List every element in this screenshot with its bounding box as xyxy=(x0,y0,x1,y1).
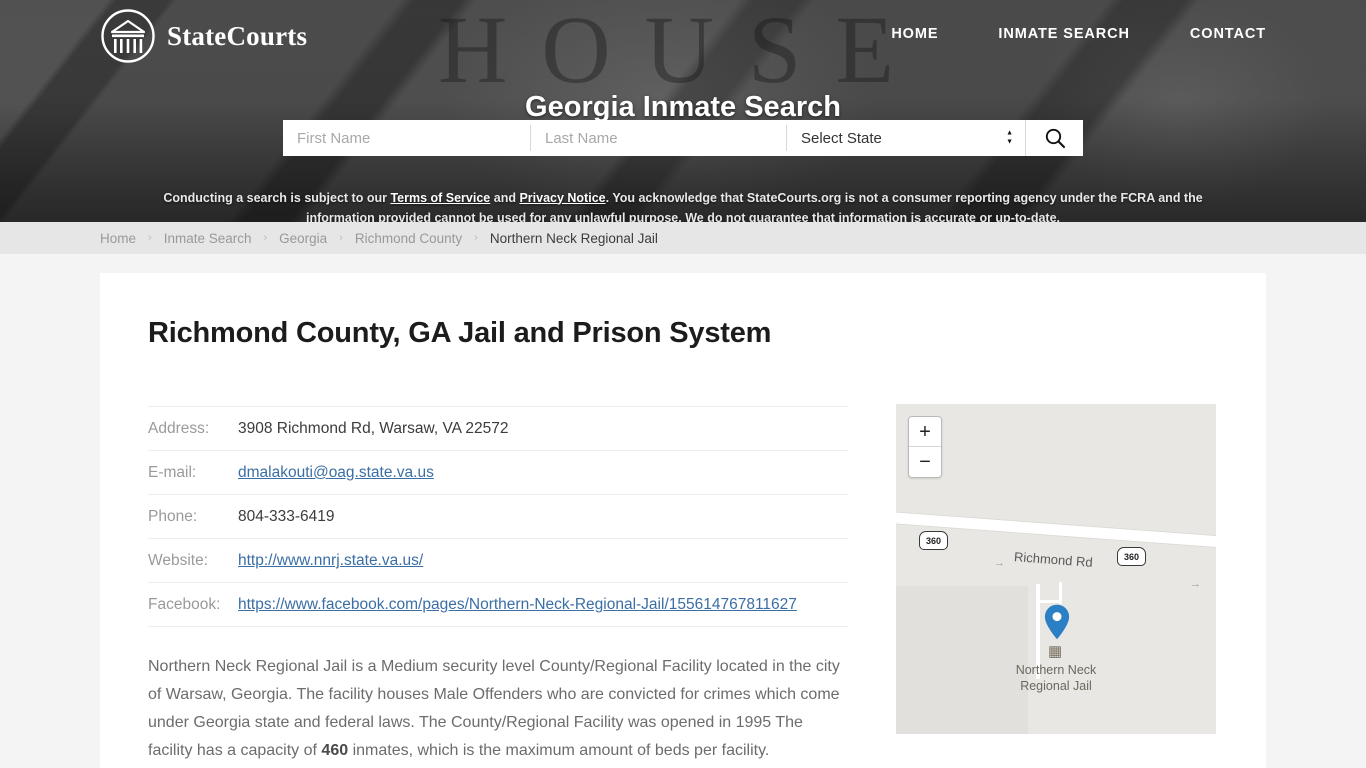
facility-description: Northern Neck Regional Jail is a Medium … xyxy=(148,653,848,765)
route-shield-icon: 360 xyxy=(1117,547,1146,566)
map-zoom-out-button[interactable]: − xyxy=(909,447,941,477)
first-name-input[interactable] xyxy=(283,120,530,156)
search-disclaimer: Conducting a search is subject to our Te… xyxy=(128,188,1238,223)
info-value-facebook: https://www.facebook.com/pages/Northern-… xyxy=(238,582,848,627)
map-street-label: Richmond Rd xyxy=(1013,549,1094,570)
state-select-wrapper: Select State ▲ ▼ xyxy=(787,120,1025,156)
privacy-notice-link[interactable]: Privacy Notice xyxy=(519,191,605,205)
map-minor-road-connector xyxy=(1059,582,1062,604)
disclaimer-text-1: Conducting a search is subject to our xyxy=(163,190,391,205)
facility-info-table: Address: 3908 Richmond Rd, Warsaw, VA 22… xyxy=(148,406,848,627)
breadcrumb-item-current: Northern Neck Regional Jail xyxy=(489,230,658,246)
info-label-address: Address: xyxy=(148,406,238,451)
site-header: HOUSE StateCourts HOME INMATE SEARCH CON… xyxy=(0,0,1366,222)
breadcrumb-separator-icon: › xyxy=(339,232,343,244)
map-zoom-controls: + − xyxy=(908,416,942,478)
search-icon xyxy=(1045,128,1065,149)
site-logo-link[interactable]: StateCourts xyxy=(100,8,307,64)
info-value-address: 3908 Richmond Rd, Warsaw, VA 22572 xyxy=(238,406,848,451)
breadcrumb: Home › Inmate Search › Georgia › Richmon… xyxy=(100,231,658,246)
map-parcel-area xyxy=(896,586,1028,734)
page-title: Richmond County, GA Jail and Prison Syst… xyxy=(148,317,772,349)
website-link[interactable]: http://www.nnrj.state.va.us/ xyxy=(238,552,423,569)
breadcrumb-item-inmate-search[interactable]: Inmate Search xyxy=(164,231,252,246)
nav-item-home[interactable]: HOME xyxy=(891,26,938,42)
info-label-email: E-mail: xyxy=(148,450,238,495)
info-value-email: dmalakouti@oag.state.va.us xyxy=(238,450,848,495)
courthouse-circle-icon xyxy=(101,9,155,63)
email-link[interactable]: dmalakouti@oag.state.va.us xyxy=(238,464,434,481)
nav-item-contact[interactable]: CONTACT xyxy=(1190,26,1266,42)
facility-content-card: Richmond County, GA Jail and Prison Syst… xyxy=(100,273,1266,768)
facility-location-map[interactable]: Richmond Rd 360 360 → → ▦ Northern Neck … xyxy=(896,404,1216,734)
breadcrumb-bar: Home › Inmate Search › Georgia › Richmon… xyxy=(0,222,1366,254)
breadcrumb-item-georgia[interactable]: Georgia xyxy=(279,231,327,246)
breadcrumb-item-home[interactable]: Home xyxy=(100,231,136,246)
breadcrumb-separator-icon: › xyxy=(148,232,152,244)
table-row: Phone: 804-333-6419 xyxy=(148,494,848,539)
nav-item-inmate-search[interactable]: INMATE SEARCH xyxy=(998,26,1129,42)
map-zoom-in-button[interactable]: + xyxy=(909,417,941,447)
info-label-website: Website: xyxy=(148,538,238,583)
facebook-link[interactable]: https://www.facebook.com/pages/Northern-… xyxy=(238,596,797,613)
breadcrumb-separator-icon: › xyxy=(263,232,268,244)
site-logo-text: StateCourts xyxy=(167,20,308,51)
breadcrumb-item-richmond-county[interactable]: Richmond County xyxy=(355,231,462,246)
main-navigation: HOME INMATE SEARCH CONTACT xyxy=(891,26,1266,42)
description-text-after: inmates, which is the maximum amount of … xyxy=(348,742,770,759)
map-direction-arrow-icon: → xyxy=(994,557,1005,569)
map-direction-arrow-icon: → xyxy=(1190,578,1201,590)
breadcrumb-separator-icon: › xyxy=(474,232,478,244)
table-row: Website: http://www.nnrj.state.va.us/ xyxy=(148,538,848,583)
building-poi-icon: ▦ xyxy=(1048,643,1063,660)
info-label-facebook: Facebook: xyxy=(148,582,238,627)
route-shield-icon: 360 xyxy=(919,531,948,550)
table-row: Address: 3908 Richmond Rd, Warsaw, VA 22… xyxy=(148,406,848,451)
inmate-search-form: Select State ▲▼ xyxy=(283,120,1083,156)
info-label-phone: Phone: xyxy=(148,494,238,539)
last-name-input[interactable] xyxy=(531,120,786,156)
search-submit-button[interactable] xyxy=(1025,120,1083,156)
state-select[interactable]: Select State xyxy=(787,120,1025,156)
terms-of-service-link[interactable]: Terms of Service xyxy=(390,191,490,205)
info-value-website: http://www.nnrj.state.va.us/ xyxy=(238,538,848,583)
description-capacity-value: 460 xyxy=(321,742,349,759)
map-marker-label-line2: Regional Jail xyxy=(1020,679,1092,693)
map-marker-label: Northern Neck Regional Jail xyxy=(986,662,1126,694)
map-pin-icon[interactable] xyxy=(1044,604,1070,640)
map-marker-label-line1: Northern Neck xyxy=(1015,663,1097,677)
disclaimer-text-2: and xyxy=(490,190,520,205)
info-value-phone: 804-333-6419 xyxy=(238,494,848,539)
table-row: Facebook: https://www.facebook.com/pages… xyxy=(148,582,848,627)
table-row: E-mail: dmalakouti@oag.state.va.us xyxy=(148,450,848,495)
